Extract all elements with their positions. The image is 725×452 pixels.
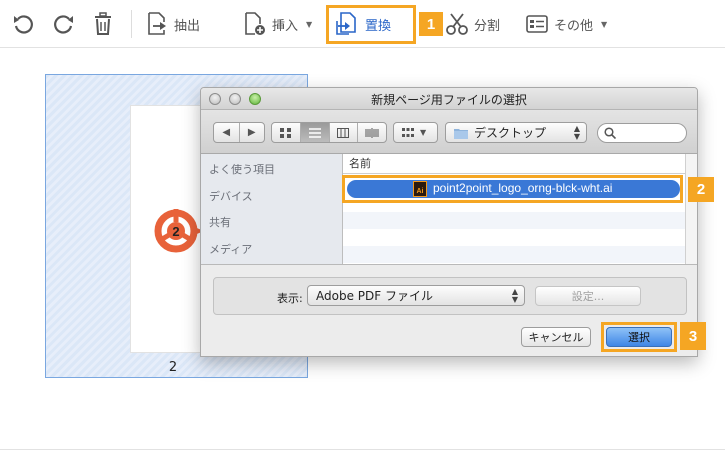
chevron-down-icon: ▼ bbox=[601, 19, 608, 29]
coverflow-icon bbox=[365, 127, 379, 138]
sidebar-item-devices[interactable]: デバイス bbox=[209, 188, 253, 204]
insert-label: 挿入 bbox=[272, 18, 299, 34]
list-lines-icon bbox=[308, 127, 321, 138]
settings-button[interactable]: 設定... bbox=[535, 286, 641, 306]
split-label: 分割 bbox=[474, 18, 501, 34]
extract-button[interactable]: 抽出 bbox=[146, 10, 200, 38]
replace-highlight bbox=[326, 5, 416, 44]
list-row-empty bbox=[343, 212, 685, 229]
folder-icon bbox=[454, 128, 468, 139]
dialog-title: 新規ページ用ファイルの選択 bbox=[371, 93, 527, 107]
location-popup[interactable]: デスクトップ ▲ ▼ bbox=[445, 122, 587, 143]
format-select-value: Adobe PDF ファイル bbox=[316, 289, 433, 303]
split-button[interactable]: 分割 bbox=[446, 10, 500, 38]
more-label: その他 bbox=[554, 18, 594, 34]
file-list-scrollbar[interactable] bbox=[685, 154, 697, 264]
column-view-button[interactable] bbox=[330, 123, 359, 142]
logo-text: 2 bbox=[172, 224, 179, 239]
insert-button[interactable]: 挿入 ▼ bbox=[244, 10, 312, 38]
options-panel: 表示: Adobe PDF ファイル ▲ ▼ 設定... bbox=[213, 277, 687, 315]
file-list: 名前 bbox=[343, 154, 685, 264]
step-badge-2: 2 bbox=[688, 177, 714, 202]
dialog-toolbar: ◀ ▶ ▼ デスクトップ ▲ ▼ bbox=[201, 110, 697, 154]
toolbar: 抽出 挿入 ▼ 置換 1 分割 その他 ▼ bbox=[0, 0, 725, 48]
columns-icon bbox=[337, 127, 350, 138]
redo-icon[interactable] bbox=[50, 12, 76, 36]
page-number-label: 2 bbox=[168, 360, 178, 375]
step-badge-3: 3 bbox=[680, 322, 706, 350]
bottom-divider bbox=[0, 449, 725, 450]
arrange-menu-button[interactable]: ▼ bbox=[393, 122, 438, 143]
sidebar: よく使う項目 デバイス 共有 メディア bbox=[201, 154, 343, 264]
list-view-button[interactable] bbox=[300, 123, 330, 142]
file-highlight bbox=[342, 175, 683, 203]
chevron-left-icon: ◀ bbox=[222, 127, 231, 138]
search-icon bbox=[604, 127, 616, 139]
back-button[interactable]: ◀ bbox=[214, 123, 240, 142]
history-nav: ◀ ▶ bbox=[213, 122, 265, 143]
list-icon bbox=[526, 15, 548, 33]
point2point-logo: 2 bbox=[154, 209, 204, 253]
insert-icon bbox=[245, 12, 265, 35]
extract-icon bbox=[148, 12, 166, 35]
chevron-down-icon: ▼ bbox=[306, 19, 313, 29]
chevron-down-icon: ▼ bbox=[420, 128, 427, 137]
sidebar-item-favorites[interactable]: よく使う項目 bbox=[209, 161, 275, 177]
list-row-empty bbox=[343, 246, 685, 263]
coverflow-view-button[interactable] bbox=[358, 123, 386, 142]
file-select-dialog: 新規ページ用ファイルの選択 ◀ ▶ ▼ デスクトップ ▲ ▼ よく使う項目 デバ… bbox=[200, 87, 698, 357]
select-highlight bbox=[601, 322, 677, 352]
forward-button[interactable]: ▶ bbox=[240, 123, 265, 142]
updown-arrows-icon: ▲ ▼ bbox=[511, 286, 518, 304]
format-select[interactable]: Adobe PDF ファイル ▲ ▼ bbox=[307, 285, 525, 306]
extract-label: 抽出 bbox=[174, 18, 201, 34]
scissors-icon bbox=[446, 13, 468, 35]
chevron-right-icon: ▶ bbox=[247, 127, 256, 138]
icon-view-button[interactable] bbox=[272, 123, 301, 142]
trash-icon[interactable] bbox=[90, 12, 116, 36]
dialog-titlebar: 新規ページ用ファイルの選択 bbox=[201, 88, 697, 110]
column-header-name[interactable]: 名前 bbox=[343, 154, 685, 174]
grid-icon bbox=[279, 127, 291, 138]
search-input[interactable] bbox=[597, 123, 687, 143]
step-badge-1: 1 bbox=[419, 12, 443, 36]
sidebar-item-media[interactable]: メディア bbox=[209, 241, 252, 257]
undo-icon[interactable] bbox=[11, 12, 37, 36]
arrange-grid-icon bbox=[402, 127, 414, 137]
cancel-button[interactable]: キャンセル bbox=[521, 327, 591, 347]
location-label: デスクトップ bbox=[474, 126, 547, 140]
sidebar-item-shared[interactable]: 共有 bbox=[209, 214, 231, 230]
updown-arrows-icon: ▲ ▼ bbox=[573, 123, 580, 141]
toolbar-divider bbox=[131, 10, 132, 38]
view-mode-switch bbox=[271, 122, 387, 143]
more-button[interactable]: その他 ▼ bbox=[526, 10, 607, 38]
show-label: 表示: bbox=[277, 292, 303, 305]
